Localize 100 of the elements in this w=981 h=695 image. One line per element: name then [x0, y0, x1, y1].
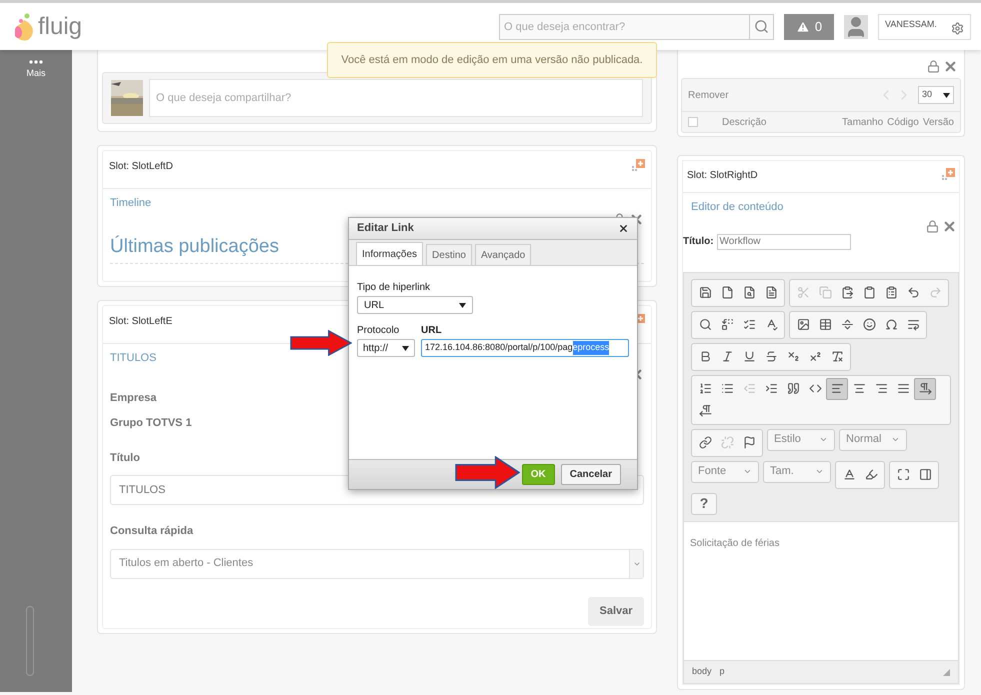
avatar[interactable] [844, 14, 868, 38]
edit-mode-notice: Você está em modo de edição em uma versão não publicada. [327, 42, 657, 78]
element-path-item[interactable]: p [720, 665, 725, 679]
more-label[interactable]: Mais [26, 67, 46, 80]
select-all-checkbox[interactable] [688, 117, 698, 127]
title-label: Título: [683, 235, 714, 249]
search-button[interactable] [750, 14, 774, 40]
field-value: Grupo TOTVS 1 [110, 416, 193, 431]
element-path-item[interactable]: body [692, 665, 712, 679]
alerts-button[interactable]: 0 [784, 14, 834, 40]
style-dropdown[interactable]: Estilo [767, 428, 835, 450]
replace-icon [720, 318, 734, 331]
share-field[interactable]: O que deseja compartilhar? [149, 79, 643, 117]
user-menu[interactable]: VANESSAM. [878, 14, 971, 40]
field-label: Consulta rápida [110, 524, 194, 539]
indent-icon [764, 382, 778, 395]
maximize-icon [896, 468, 910, 481]
subscript-icon [786, 350, 800, 363]
div-icon [808, 382, 822, 395]
select-all-icon [742, 318, 756, 331]
column-header: Descrição [722, 116, 766, 130]
slot-title: Slot: SlotRightD [687, 169, 758, 183]
template-icon [764, 286, 778, 299]
redo-icon [928, 286, 942, 299]
field-label: Protocolo [357, 324, 400, 338]
undo-icon [906, 286, 920, 299]
caret-icon [459, 302, 466, 308]
paste-icon [840, 286, 854, 299]
flag-icon [742, 436, 756, 449]
bullet-list-icon [720, 382, 734, 395]
style-dropdown[interactable]: Fonte [691, 460, 759, 482]
clear-format-icon [830, 350, 844, 363]
caret-icon [402, 346, 409, 350]
style-dropdown[interactable]: Tam. [763, 460, 831, 482]
caret-icon [891, 435, 900, 444]
caret-icon [943, 92, 950, 98]
help-button[interactable]: ? [691, 492, 717, 514]
paste-word-icon [884, 286, 898, 299]
warning-icon [796, 20, 810, 34]
timeline-heading: Últimas publicações [110, 236, 279, 256]
bold-icon [698, 350, 712, 363]
protocol-select[interactable]: http:// [357, 339, 415, 357]
image-icon [796, 318, 810, 331]
lock-icon[interactable] [926, 220, 939, 232]
link-type-select[interactable]: URL [357, 296, 473, 314]
close-icon[interactable] [618, 223, 629, 234]
page-break-icon [906, 318, 920, 331]
field-label: Empresa [110, 390, 158, 406]
title-field[interactable]: Workflow [716, 234, 851, 250]
field-label: Tipo de hiperlink [357, 281, 432, 295]
new-page-icon [720, 286, 734, 299]
query-select[interactable]: Titulos em aberto - Clientes [110, 548, 644, 578]
search-field[interactable]: O que deseja encontrar? [499, 14, 750, 40]
editor-body[interactable]: Solicitação de férias [684, 520, 958, 661]
show-blocks-icon [918, 468, 932, 481]
toolbar-button[interactable] [914, 378, 936, 400]
url-field[interactable]: 172.16.104.86:8080/portal/p/100/pageprocess [421, 339, 629, 357]
pilcrow-left-icon [698, 404, 712, 417]
column-header: Código [887, 116, 919, 130]
quote-icon [786, 382, 800, 395]
text-color-icon [842, 468, 856, 481]
link-icon [698, 436, 712, 449]
column-header: Versão [922, 116, 954, 130]
dialog-title: Editar Link [357, 221, 414, 236]
dialog-tab[interactable]: Avançado [474, 244, 532, 265]
save-button[interactable]: Salvar [588, 596, 644, 626]
caret-icon [743, 467, 752, 476]
omega-icon [884, 318, 898, 331]
scroll-handle[interactable] [26, 606, 34, 676]
table-icon [818, 318, 832, 331]
style-dropdown[interactable]: Normal [839, 428, 907, 450]
remove-link[interactable]: Remover [688, 88, 729, 102]
dialog-tab[interactable]: Informações [356, 242, 424, 265]
field-label: URL [421, 324, 443, 338]
strikethrough-icon [764, 350, 778, 363]
cut-icon [796, 286, 810, 299]
superscript-icon [808, 350, 822, 363]
slot-title: Slot: SlotLeftD [109, 160, 173, 174]
copy-icon [818, 286, 832, 299]
logo-icon [12, 12, 36, 42]
paste-text-icon [862, 286, 876, 299]
lock-icon[interactable] [927, 60, 940, 73]
ok-button[interactable]: OK [522, 464, 555, 485]
outdent-icon [742, 382, 756, 395]
search-icon [754, 19, 769, 34]
page-size-select[interactable]: 30 [918, 86, 954, 104]
save-icon [698, 286, 712, 299]
align-left-icon [830, 382, 844, 395]
resize-grip-icon[interactable] [943, 668, 950, 676]
toolbar-button[interactable] [826, 378, 848, 400]
pointer-arrow [455, 456, 520, 489]
caret-icon [819, 435, 828, 444]
column-header: Tamanho [842, 116, 884, 130]
preview-icon [742, 286, 756, 299]
cancel-button[interactable]: Cancelar [560, 464, 621, 485]
smiley-icon [862, 318, 876, 331]
more-icon[interactable] [29, 60, 43, 64]
dialog-tab[interactable]: Destino [426, 244, 472, 265]
settings-icon[interactable] [951, 22, 964, 34]
widget-title: Timeline [110, 196, 152, 211]
